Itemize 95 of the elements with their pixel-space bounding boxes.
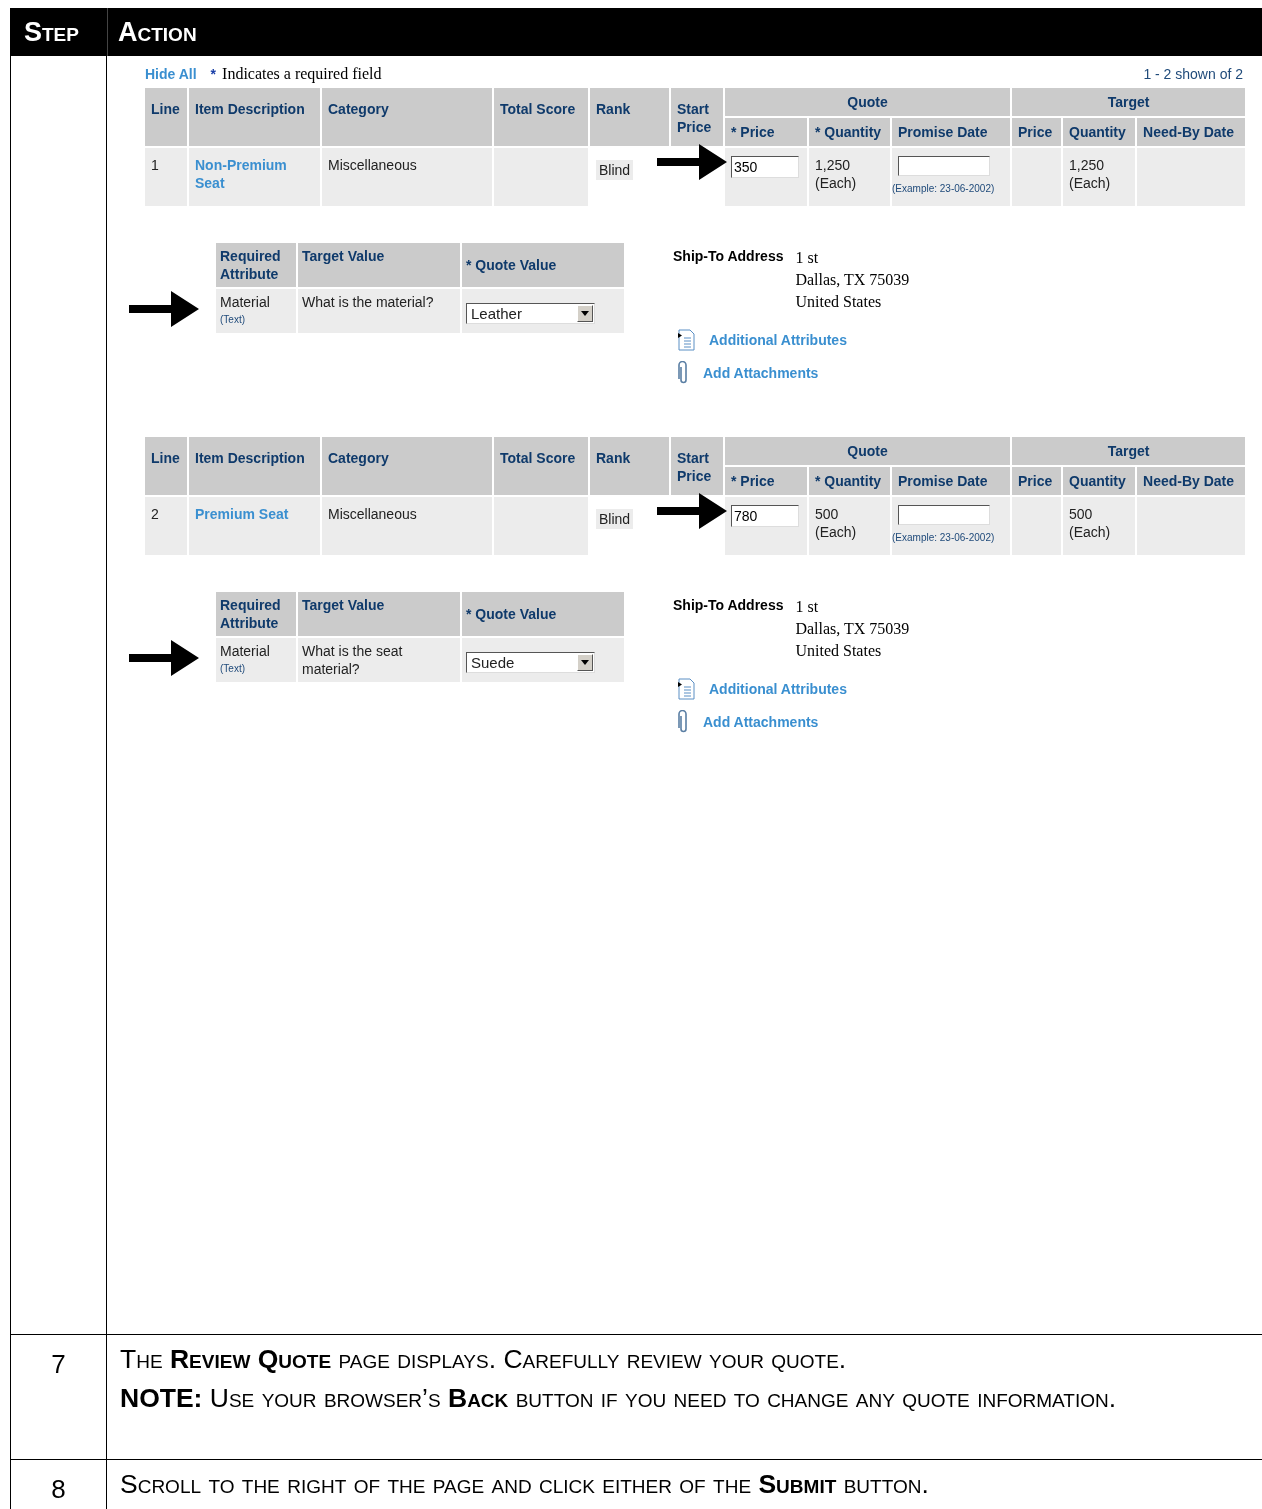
table-cell: 1: [145, 148, 189, 206]
column-group-header: Target: [1012, 437, 1248, 467]
column-header: * Price: [725, 118, 809, 148]
attribute-name: Material: [220, 642, 271, 660]
column-header: Total Score: [494, 88, 590, 148]
instruction-text: The Review Quote page displays. Carefully review your quote.: [120, 1343, 848, 1376]
column-header: Rank: [590, 88, 671, 148]
table-cell: Miscellaneous: [322, 497, 494, 555]
column-header: Start Price: [671, 437, 725, 497]
caret-icon: [577, 305, 593, 322]
column-header: Promise Date: [892, 467, 1013, 497]
add-attachments-link[interactable]: Add Attachments: [703, 365, 819, 381]
rank-value: Blind: [596, 509, 634, 529]
action-column-header: Action: [107, 8, 1262, 56]
column-header: * Quantity: [809, 467, 892, 497]
column-header: Line: [145, 88, 189, 148]
address-line: 1 st: [795, 248, 820, 268]
column-header: Required Attribute: [216, 243, 298, 289]
additional-attributes-link[interactable]: Additional Attributes: [709, 681, 847, 697]
promise-date-input[interactable]: [898, 505, 990, 525]
column-header: Required Attribute: [216, 592, 298, 638]
address-line: 1 st: [795, 597, 820, 617]
column-group-header: Quote: [725, 437, 1013, 467]
column-header: Item Description: [189, 437, 322, 497]
unit-label: (Each): [815, 174, 858, 192]
quote-value-dropdown[interactable]: Leather: [466, 303, 595, 324]
results-count: 1 - 2 shown of 2: [1143, 66, 1244, 82]
attribute-name: Material: [220, 293, 271, 311]
column-header: Target Value: [298, 243, 462, 289]
additional-attributes-link[interactable]: Additional Attributes: [709, 332, 847, 348]
attribute-type: (Text): [220, 313, 246, 327]
required-asterisk: *: [210, 66, 217, 82]
address-line: Dallas, TX 75039: [795, 270, 910, 290]
step-number: 8: [11, 1459, 107, 1509]
column-header: Promise Date: [892, 118, 1013, 148]
table-cell: 2: [145, 497, 189, 555]
ship-to-label: Ship-To Address: [673, 248, 784, 266]
price-input[interactable]: 780: [731, 505, 799, 527]
column-header: Need-By Date: [1137, 118, 1248, 148]
column-header: Price: [1012, 467, 1064, 497]
column-header: Category: [322, 88, 494, 148]
column-group-header: Quote: [725, 88, 1013, 118]
promise-date-input[interactable]: [898, 156, 990, 176]
column-header: Quantity: [1063, 467, 1138, 497]
unit-label: (Each): [815, 523, 858, 541]
hide-all-link[interactable]: Hide All: [145, 66, 197, 82]
column-header: Start Price: [671, 88, 725, 148]
document-list-icon: [677, 329, 695, 351]
column-header: Quantity: [1063, 118, 1138, 148]
pointer-arrow: [129, 291, 199, 327]
address-line: Dallas, TX 75039: [795, 619, 910, 639]
unit-label: (Each): [1069, 523, 1112, 541]
date-format-hint: (Example: 23-06-2002): [892, 182, 996, 196]
table-cell: Miscellaneous: [322, 148, 494, 206]
quantity-value: 500: [1069, 505, 1094, 523]
column-header: Total Score: [494, 437, 590, 497]
quantity-value: 1,250: [815, 156, 852, 174]
column-header: Rank: [590, 437, 671, 497]
step-number: 7: [11, 1334, 107, 1459]
column-header: Category: [322, 437, 494, 497]
rank-value: Blind: [596, 160, 634, 180]
unit-label: (Each): [1069, 174, 1112, 192]
column-header: Price: [1012, 118, 1064, 148]
address-line: United States: [795, 292, 883, 312]
table-cell: What is the material?: [298, 289, 462, 333]
instruction-text: NOTE: Use your browser’s Back button if you need to change any quote information.: [120, 1382, 1118, 1416]
column-header: Need-By Date: [1137, 467, 1248, 497]
column-header: Line: [145, 437, 189, 497]
caret-icon: [577, 654, 593, 671]
paperclip-icon: [677, 361, 689, 385]
column-group-header: Target: [1012, 88, 1248, 118]
address-line: United States: [795, 641, 883, 661]
ship-to-label: Ship-To Address: [673, 597, 784, 615]
column-header: * Quantity: [809, 118, 892, 148]
column-header: * Quote Value: [462, 243, 626, 289]
pointer-arrow: [657, 493, 727, 529]
pointer-arrow: [657, 144, 727, 180]
paperclip-icon: [677, 710, 689, 734]
document-list-icon: [677, 678, 695, 700]
date-format-hint: (Example: 23-06-2002): [892, 531, 996, 545]
table-cell: What is the seat material?: [298, 638, 462, 682]
attribute-type: (Text): [220, 662, 246, 676]
quantity-value: 500: [815, 505, 840, 523]
column-header: * Price: [725, 467, 809, 497]
instruction-text: Scroll to the right of the page and click either of the Submit button.: [120, 1468, 930, 1501]
required-field-note: Indicates a required field: [222, 65, 382, 83]
quote-value-dropdown[interactable]: Suede: [466, 652, 595, 673]
quantity-value: 1,250: [1069, 156, 1106, 174]
column-header: Target Value: [298, 592, 462, 638]
step-column-header: Step: [11, 8, 107, 56]
add-attachments-link[interactable]: Add Attachments: [703, 714, 819, 730]
pointer-arrow: [129, 640, 199, 676]
column-header: * Quote Value: [462, 592, 626, 638]
price-input[interactable]: 350: [731, 156, 799, 178]
column-header: Item Description: [189, 88, 322, 148]
